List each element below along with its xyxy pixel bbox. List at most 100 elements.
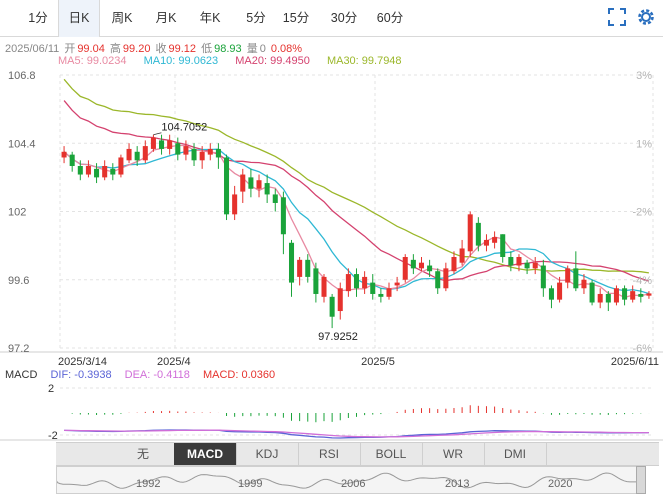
candle-body: [215, 148, 221, 158]
info-close: 99.12: [168, 43, 197, 55]
candle-body: [516, 257, 522, 266]
navigator-year-label: 2020: [548, 478, 573, 490]
candle-body: [69, 154, 75, 166]
candle-body: [500, 234, 506, 257]
tab-5[interactable]: 5分: [237, 0, 275, 36]
tab-2[interactable]: 周K: [102, 0, 142, 36]
candle-body: [532, 262, 538, 269]
candlestick-chart[interactable]: 104.7052 97.9252 106.8 104.4 102 99.6 97.2 3% 1…: [0, 0, 663, 495]
candle-body: [646, 293, 652, 296]
candle-body: [353, 274, 360, 289]
candle-body: [134, 151, 140, 161]
tab-8[interactable]: 60分: [368, 0, 412, 36]
candle-body: [483, 239, 489, 246]
candle-body: [638, 293, 644, 297]
ma-legend: MA5: 99.0234 MA10: 99.0623 MA20: 99.4950…: [58, 55, 416, 67]
candle-body: [313, 268, 319, 294]
macd-y-tick: 2: [48, 383, 54, 395]
navigator-year-label: 2013: [445, 478, 470, 490]
indicator-button-0[interactable]: 无: [112, 443, 175, 465]
candle-body: [459, 248, 465, 263]
candle-body: [402, 257, 408, 280]
high-annotation: 104.7052: [161, 122, 207, 134]
gear-icon[interactable]: [636, 7, 656, 27]
ma10-line: [63, 148, 650, 295]
candle-body: [451, 257, 457, 272]
info-high: 99.20: [122, 43, 151, 55]
candle-body: [573, 268, 579, 289]
candle-body: [150, 137, 156, 149]
candle-body: [94, 168, 100, 178]
tab-3[interactable]: 月K: [146, 0, 186, 36]
candle-body: [167, 140, 173, 149]
candle-body: [248, 177, 254, 189]
indicator-button-bar: 无 MACD KDJ RSI BOLL WR DMI: [56, 442, 659, 466]
navigator-year-label: 2006: [341, 478, 366, 490]
ohlc-info: 2025/06/11 开 99.04 高 99.20 收 99.12 低 98.93 量…: [5, 40, 304, 56]
candle-body: [508, 257, 514, 266]
candle-body: [565, 268, 571, 283]
tab-4[interactable]: 年K: [190, 0, 230, 36]
candle-body: [126, 148, 132, 161]
period-tab-bar: 1分 日K 周K 月K 年K 5分 15分 30分 60分: [0, 0, 663, 37]
x-tick: 2025/5: [361, 356, 395, 368]
candle-body: [240, 174, 246, 192]
candle-body: [589, 282, 595, 303]
candle-body: [386, 288, 392, 297]
candle-body: [321, 276, 327, 297]
candle-body: [362, 276, 368, 289]
candle-body: [183, 146, 189, 155]
candle-body: [548, 288, 554, 300]
x-tick: 2025/6/11: [611, 356, 659, 368]
candle-body: [207, 148, 213, 155]
fullscreen-icon[interactable]: [608, 8, 626, 26]
info-open: 99.04: [77, 43, 105, 55]
indicator-button-4[interactable]: BOLL: [360, 443, 423, 465]
candle-body: [61, 151, 67, 158]
y-tick-left: 97.2: [8, 343, 29, 355]
ma30-line: [63, 78, 649, 274]
ma20-label: MA20: 99.4950: [235, 55, 310, 67]
navigator-year-label: 1999: [238, 478, 263, 490]
x-tick: 2025/4: [157, 356, 191, 368]
y-tick-right: -2%: [632, 207, 652, 219]
ma5-line: [63, 144, 650, 299]
candle-body: [256, 180, 262, 189]
macd-value-label: MACD: 0.0360: [202, 369, 276, 381]
tab-1[interactable]: 日K: [58, 0, 100, 37]
tab-6[interactable]: 15分: [274, 0, 318, 36]
ma5-label: MA5: 99.0234: [58, 55, 127, 67]
indicator-button-1[interactable]: MACD: [174, 443, 237, 465]
candle-body: [297, 259, 303, 277]
candle-body: [224, 157, 230, 215]
y-tick-right: -6%: [632, 343, 652, 355]
candle-body: [540, 265, 546, 289]
info-open-label: 开: [64, 43, 76, 55]
candle-body: [175, 143, 181, 155]
high-marker: [153, 132, 162, 136]
indicator-button-6[interactable]: DMI: [484, 443, 547, 465]
indicator-button-5[interactable]: WR: [422, 443, 485, 465]
candle-body: [410, 259, 416, 269]
indicator-button-3[interactable]: RSI: [298, 443, 361, 465]
candle-body: [435, 271, 441, 289]
dif-label: DIF: -0.3938: [50, 369, 112, 381]
tab-7[interactable]: 30分: [322, 0, 366, 36]
candle-body: [142, 146, 148, 161]
candle-body: [370, 282, 376, 294]
tab-0[interactable]: 1分: [21, 0, 55, 36]
candle-body: [191, 148, 197, 161]
indicator-button-2[interactable]: KDJ: [236, 443, 299, 465]
candle-body: [597, 293, 603, 303]
candle-body: [345, 274, 351, 292]
candle-body: [427, 265, 433, 272]
navigator-handle-right[interactable]: [636, 466, 646, 494]
candle-body: [85, 166, 91, 175]
info-low: 98.93: [214, 43, 242, 55]
candle-body: [557, 282, 563, 300]
candle-body: [524, 262, 530, 269]
ma10-label: MA10: 99.0623: [143, 55, 219, 67]
x-tick: 2025/3/14: [58, 356, 107, 368]
candle-body: [605, 293, 611, 303]
candle-body: [443, 268, 449, 289]
